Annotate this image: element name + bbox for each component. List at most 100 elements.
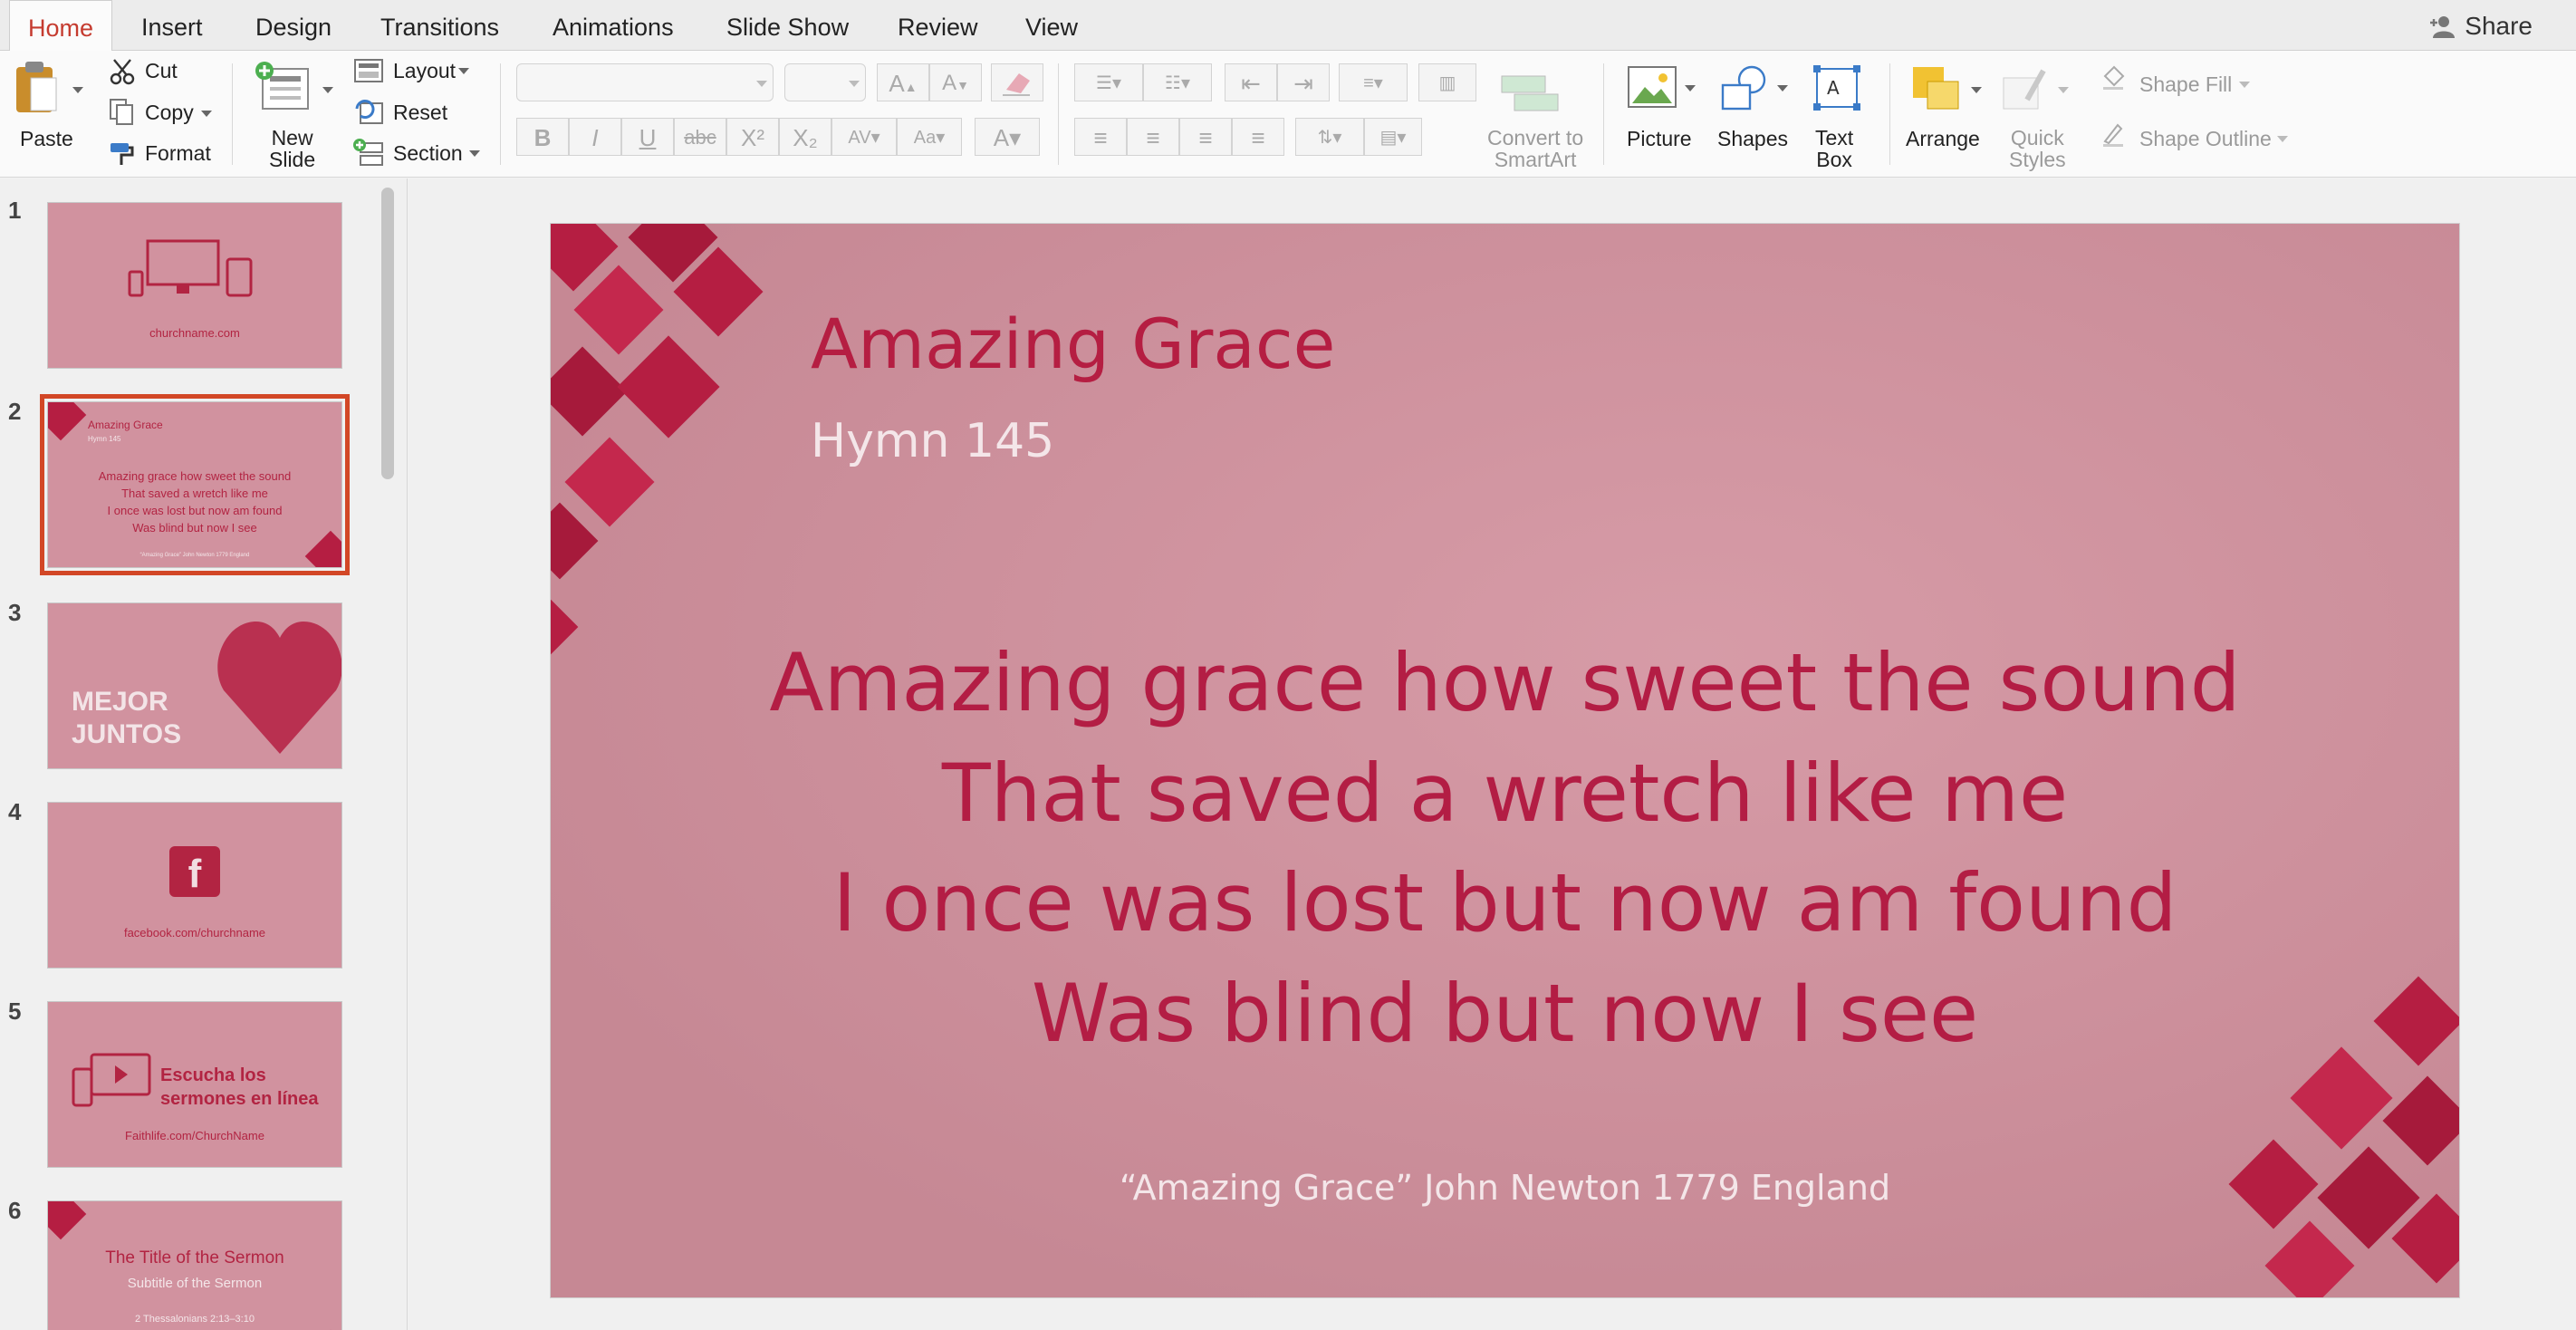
format-painter-button[interactable]: Format xyxy=(145,141,211,166)
slide-thumbnail-2[interactable]: Amazing Grace Hymn 145 Amazing grace how… xyxy=(40,394,350,575)
slide-thumbnail-5[interactable]: Escucha los sermones en línea Faithlife.… xyxy=(47,1001,342,1168)
align-text-button[interactable]: ▤▾ xyxy=(1364,118,1422,156)
quick-styles-button[interactable]: Quick Styles xyxy=(2009,127,2066,170)
align-left-button[interactable]: ≡ xyxy=(1074,118,1127,156)
justify-button[interactable]: ≡ xyxy=(1232,118,1284,156)
arrange-dropdown-caret[interactable] xyxy=(1971,87,1982,93)
subscript-button[interactable]: X₂ xyxy=(779,118,831,156)
decrease-font-size-button[interactable]: A▼ xyxy=(929,63,982,101)
tab-transitions[interactable]: Transitions xyxy=(380,0,499,51)
lyric-line[interactable]: Amazing grace how sweet the sound xyxy=(551,636,2459,729)
shapes-icon[interactable] xyxy=(1719,63,1773,112)
numbering-button[interactable]: ☷▾ xyxy=(1143,63,1212,101)
lyric-line[interactable]: Was blind but now I see xyxy=(551,967,2459,1060)
section-dropdown-caret[interactable] xyxy=(469,150,480,157)
text-box-icon[interactable]: A xyxy=(1812,63,1862,112)
font-name-caret xyxy=(756,81,767,87)
bold-button[interactable]: B xyxy=(516,118,569,156)
video-devices-icon xyxy=(72,1053,151,1107)
copy-icon xyxy=(110,99,133,125)
layout-dropdown-caret[interactable] xyxy=(458,68,469,74)
new-slide-icon[interactable] xyxy=(254,60,312,112)
copy-dropdown-caret[interactable] xyxy=(201,111,212,117)
character-spacing-button[interactable]: AV▾ xyxy=(831,118,897,156)
strikethrough-button[interactable]: abc xyxy=(674,118,726,156)
slide-thumbnail-1[interactable]: churchname.com xyxy=(47,202,342,369)
tab-view[interactable]: View xyxy=(1025,0,1078,51)
format-painter-icon xyxy=(111,143,134,165)
arrange-button[interactable]: Arrange xyxy=(1906,127,1980,151)
align-right-button[interactable]: ≡ xyxy=(1179,118,1232,156)
ribbon-divider xyxy=(232,63,233,165)
slide-thumbnail-4[interactable]: f facebook.com/churchname xyxy=(47,802,342,969)
tab-slide-show[interactable]: Slide Show xyxy=(726,0,849,51)
panel-scrollbar[interactable] xyxy=(381,188,394,479)
align-center-button[interactable]: ≡ xyxy=(1127,118,1179,156)
text-direction-button[interactable]: ⇅▾ xyxy=(1295,118,1364,156)
tab-review[interactable]: Review xyxy=(898,0,978,51)
share-button[interactable]: Share xyxy=(2428,0,2533,51)
slide-thumbnail-panel[interactable]: 1 churchname.com 2 Amazing Grace Hymn 14… xyxy=(0,178,408,1330)
text-box-button[interactable]: Text Box xyxy=(1815,127,1853,170)
layout-icon xyxy=(354,59,383,82)
layout-button[interactable]: Layout xyxy=(393,59,456,83)
tab-home[interactable]: Home xyxy=(9,0,112,52)
section-button[interactable]: Section xyxy=(393,141,463,166)
woven-ribbon-decoration-top-left xyxy=(551,224,764,659)
superscript-button[interactable]: X² xyxy=(726,118,779,156)
picture-button[interactable]: Picture xyxy=(1627,127,1692,151)
current-slide[interactable]: Amazing Grace Hymn 145 Amazing grace how… xyxy=(551,224,2459,1297)
slide-thumbnail-6[interactable]: The Title of the Sermon Subtitle of the … xyxy=(47,1200,342,1330)
paste-dropdown-caret[interactable] xyxy=(72,87,83,93)
thumbnail-heading-2: sermones en línea xyxy=(160,1089,319,1109)
underline-button[interactable]: U xyxy=(621,118,674,156)
paste-label[interactable]: Paste xyxy=(20,127,73,151)
paste-icon[interactable] xyxy=(13,60,60,114)
quick-styles-caret xyxy=(2058,87,2069,93)
text-box-label-2: Box xyxy=(1816,148,1852,171)
italic-button[interactable]: I xyxy=(569,118,621,156)
ribbon-divider xyxy=(500,63,501,165)
shape-outline-button[interactable]: Shape Outline xyxy=(2139,127,2272,151)
new-slide-button[interactable]: New Slide xyxy=(269,127,315,170)
columns-button[interactable]: ▥ xyxy=(1418,63,1476,101)
tab-design[interactable]: Design xyxy=(255,0,332,51)
font-color-button[interactable]: A▾ xyxy=(975,118,1040,156)
ribbon-divider xyxy=(1889,63,1890,165)
line-spacing-button[interactable]: ≡▾ xyxy=(1339,63,1408,101)
slide-title[interactable]: Amazing Grace xyxy=(811,304,1335,384)
paint-bucket-icon xyxy=(2103,65,2125,90)
font-name-select[interactable] xyxy=(516,63,774,101)
tab-animations[interactable]: Animations xyxy=(553,0,674,51)
lyric-line[interactable]: That saved a wretch like me xyxy=(551,747,2459,840)
convert-to-smartart-button[interactable]: Convert to SmartArt xyxy=(1487,127,1583,170)
slide-editor-canvas[interactable]: Amazing Grace Hymn 145 Amazing grace how… xyxy=(409,178,2576,1330)
increase-font-size-button[interactable]: A▲ xyxy=(877,63,929,101)
slide-number: 5 xyxy=(8,998,22,1025)
ribbon-tab-bar: Home Insert Design Transitions Animation… xyxy=(0,0,2576,52)
smartart-icon xyxy=(1501,75,1559,111)
shapes-dropdown-caret[interactable] xyxy=(1777,85,1788,92)
cut-button[interactable]: Cut xyxy=(145,59,178,83)
change-case-button[interactable]: Aa▾ xyxy=(897,118,962,156)
slide-subtitle[interactable]: Hymn 145 xyxy=(811,414,1054,468)
picture-icon[interactable] xyxy=(1627,65,1677,109)
slide-thumbnail-3[interactable]: MEJOR JUNTOS xyxy=(47,602,342,769)
font-size-caret xyxy=(849,81,860,87)
clear-formatting-button[interactable] xyxy=(991,63,1043,101)
lyric-line[interactable]: I once was lost but now am found xyxy=(551,856,2459,949)
bullets-button[interactable]: ☰▾ xyxy=(1074,63,1143,101)
tab-insert[interactable]: Insert xyxy=(141,0,203,51)
reset-button[interactable]: Reset xyxy=(393,101,447,125)
shapes-button[interactable]: Shapes xyxy=(1717,127,1788,151)
shape-fill-button[interactable]: Shape Fill xyxy=(2139,72,2232,97)
slide-credit[interactable]: “Amazing Grace” John Newton 1779 England xyxy=(551,1168,2459,1208)
arrange-icon[interactable] xyxy=(1911,65,1962,112)
increase-indent-button[interactable]: ⇥ xyxy=(1277,63,1330,101)
font-size-select[interactable] xyxy=(784,63,866,101)
new-slide-dropdown-caret[interactable] xyxy=(322,87,333,93)
slide-number: 2 xyxy=(8,398,22,425)
decrease-indent-button[interactable]: ⇤ xyxy=(1225,63,1277,101)
picture-dropdown-caret[interactable] xyxy=(1685,85,1696,92)
copy-button[interactable]: Copy xyxy=(145,101,194,125)
